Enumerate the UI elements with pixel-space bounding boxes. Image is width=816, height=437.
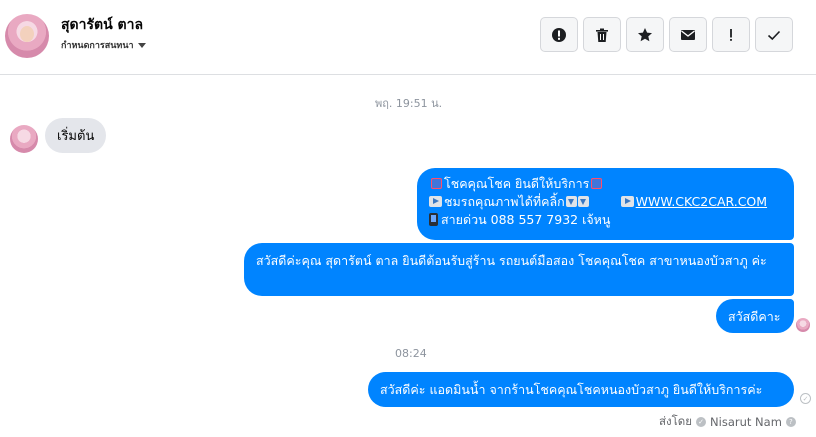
phone-icon — [429, 213, 438, 226]
play-icon — [620, 196, 634, 207]
message-text: สายด่วน 088 557 7932 เจ้หนู — [441, 212, 611, 227]
delete-button[interactable] — [583, 17, 621, 52]
contact-name[interactable]: สุดารัตน์ ตาล — [61, 14, 143, 36]
incoming-message[interactable]: เริ่มต้น — [45, 118, 107, 153]
outgoing-message[interactable]: สวัสดีค่ะ แอดมินน้ำ จากร้านโชคคุณโชคหนอง… — [368, 372, 794, 407]
conversation-menu-label: กำหนดการสนทนา — [61, 41, 134, 51]
outgoing-message[interactable]: สวัสดีค่ะคุณ สุดารัตน์ ตาล ยินดีต้อนรับส… — [244, 243, 794, 296]
star-icon — [638, 27, 652, 41]
conversation-menu[interactable]: กำหนดการสนทนา — [61, 38, 146, 52]
read-receipt-avatar — [796, 318, 810, 332]
emoji-icon — [431, 178, 442, 189]
message-text: สวัสดีค่ะคุณ สุดารัตน์ ตาล ยินดีต้อนรับส… — [256, 253, 767, 268]
message-text: โชคคุณโชค ยินดีให้บริการ — [444, 176, 590, 191]
sent-by-label: ส่งโดย — [659, 414, 693, 428]
check-icon — [767, 30, 781, 40]
sent-check-icon: ✓ — [800, 393, 811, 404]
conversation-header: สุดารัตน์ ตาล กำหนดการสนทนา — [0, 0, 816, 75]
trash-icon — [596, 28, 608, 42]
message-text: สวัสดีคาะ — [728, 309, 781, 324]
message-line: ชมรถคุณภาพได้ที่คลิ้ก WWW.CKC2CAR.COM — [429, 193, 782, 211]
mark-done-button[interactable] — [755, 17, 793, 52]
website-link[interactable]: WWW.CKC2CAR.COM — [636, 194, 767, 209]
play-icon — [429, 196, 442, 207]
outgoing-message[interactable]: โชคคุณโชค ยินดีให้บริการ ชมรถคุณภาพได้ที… — [417, 168, 794, 240]
message-text: เริ่มต้น — [57, 129, 95, 144]
message-line: โชคคุณโชค ยินดีให้บริการ — [429, 175, 782, 193]
mark-unread-button[interactable] — [669, 17, 707, 52]
message-line: สายด่วน 088 557 7932 เจ้หนู — [429, 211, 782, 229]
message-timestamp: พฤ. 19:51 น. — [375, 97, 443, 110]
message-text: ชมรถคุณภาพได้ที่คลิ้ก — [444, 194, 565, 209]
message-text: สวัสดีค่ะ แอดมินน้ำ จากร้านโชคคุณโชคหนอง… — [380, 382, 763, 397]
envelope-icon — [681, 29, 695, 40]
alert-circle-icon — [552, 27, 566, 42]
chevron-down-icon — [137, 42, 146, 48]
contact-avatar[interactable] — [5, 14, 49, 58]
arrow-down-icon — [577, 196, 589, 207]
user-check-icon: ✓ — [696, 417, 707, 427]
sent-by-name: Nisarut Nam — [710, 415, 782, 429]
sent-by-info: ส่งโดย ✓ Nisarut Nam ? — [659, 413, 796, 431]
outgoing-message[interactable]: สวัสดีคาะ — [716, 299, 794, 333]
follow-up-button[interactable] — [712, 17, 750, 52]
star-button[interactable] — [626, 17, 664, 52]
exclamation-icon — [730, 28, 732, 41]
help-icon[interactable]: ? — [785, 417, 796, 427]
emoji-icon — [591, 178, 603, 189]
mark-spam-button[interactable] — [540, 17, 578, 52]
message-timestamp: 08:24 — [395, 347, 427, 360]
arrow-down-icon — [565, 196, 577, 207]
sender-avatar — [10, 125, 38, 153]
